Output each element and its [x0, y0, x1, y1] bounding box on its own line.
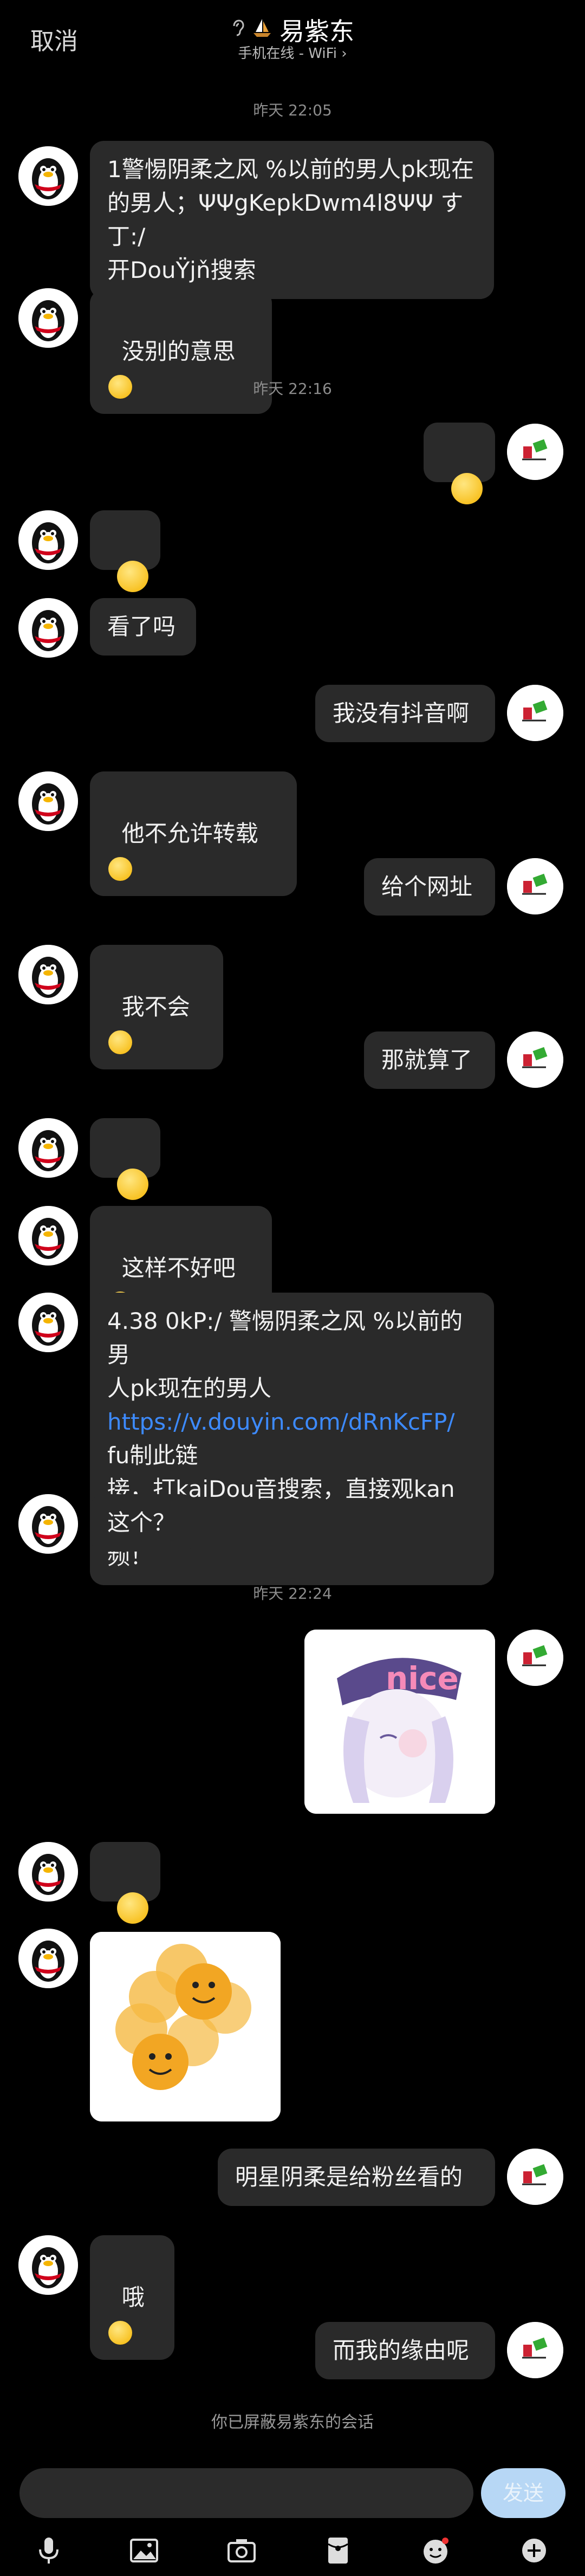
message-input[interactable]: [20, 2468, 473, 2518]
avatar-self[interactable]: [507, 2322, 563, 2378]
smirk-emoji-icon: [117, 1168, 149, 1200]
avatar-contact[interactable]: [18, 1842, 78, 1902]
smirk-emoji-icon: [108, 856, 132, 881]
smirk-emoji-icon: [117, 1892, 149, 1924]
image-icon[interactable]: [128, 2534, 160, 2567]
avatar-contact[interactable]: [18, 2235, 78, 2295]
message-bubble[interactable]: 我不会: [90, 945, 223, 1069]
message-bubble-self[interactable]: 给个网址: [364, 858, 495, 916]
sticker-image[interactable]: nice: [304, 1630, 495, 1814]
penguin-avatar-icon: [18, 146, 78, 206]
message-text: 这样不好吧: [121, 1255, 236, 1281]
avatar-contact[interactable]: [18, 1206, 78, 1266]
chat-header: 取消 易紫东 手机在线 - WiFi ›: [0, 0, 585, 70]
message-text: 哦: [121, 2284, 145, 2311]
avatar-contact[interactable]: [18, 146, 78, 206]
sticker-image[interactable]: [90, 1932, 281, 2121]
smiley-spin-sticker-icon: [90, 1932, 281, 2121]
red-packet-icon[interactable]: [322, 2534, 354, 2567]
smirk-emoji-icon: [108, 2320, 132, 2345]
message-bubble[interactable]: 哦: [90, 2235, 174, 2360]
timestamp: 昨天 22:05: [253, 101, 332, 119]
avatar-contact[interactable]: [18, 288, 78, 348]
douyin-link[interactable]: https://v.douyin.com/dRnKcFP/: [107, 1409, 455, 1435]
online-status-text: 手机在线 - WiFi: [238, 46, 337, 62]
message-bubble[interactable]: 他不允许转载: [90, 771, 297, 896]
chevron-right-icon: ›: [341, 46, 347, 62]
message-text: 4.38 0kP:/ 警惕阴柔之风 %以前的男 人pk现在的男人: [107, 1308, 463, 1401]
online-status: 手机在线 - WiFi ›: [0, 42, 585, 62]
bottom-toolbar: [0, 2525, 585, 2576]
message-bubble[interactable]: [90, 1842, 160, 1924]
mic-icon[interactable]: [32, 2534, 65, 2567]
avatar-self[interactable]: [507, 858, 563, 914]
sailboat-icon: [251, 15, 273, 44]
message-bubble[interactable]: [90, 1118, 160, 1200]
message-bubble-self[interactable]: 明星阴柔是给粉丝看的: [218, 2149, 495, 2206]
message-bubble[interactable]: 1警惕阴柔之风 %以前的男人pk现在 的男人；ΨΨgKepkDwm4l8ΨΨ す…: [90, 141, 494, 299]
timestamp: 昨天 22:16: [253, 380, 332, 398]
avatar-self[interactable]: [507, 424, 563, 480]
send-button[interactable]: 发送: [481, 2468, 566, 2518]
avatar-self[interactable]: [507, 1630, 563, 1686]
message-bubble-self[interactable]: [424, 423, 495, 504]
smirk-emoji-icon: [451, 472, 483, 504]
emoji-icon[interactable]: [419, 2534, 452, 2567]
avatar-contact[interactable]: [18, 1494, 78, 1554]
avatar-contact[interactable]: [18, 1293, 78, 1352]
sticker-caption: nice: [386, 1660, 459, 1697]
self-avatar-icon: [507, 424, 563, 480]
avatar-contact[interactable]: [18, 510, 78, 570]
plus-icon[interactable]: [518, 2534, 550, 2567]
timestamp: 昨天 22:24: [253, 1585, 332, 1602]
camera-icon[interactable]: [225, 2534, 258, 2567]
avatar-self[interactable]: [507, 685, 563, 741]
smirk-emoji-icon: [117, 560, 149, 592]
message-text: 他不允许转载: [121, 820, 258, 847]
avatar-contact[interactable]: [18, 598, 78, 658]
blocked-notice: 你已屏蔽易紫东的会话: [211, 2413, 374, 2432]
avatar-contact[interactable]: [18, 1118, 78, 1178]
message-bubble[interactable]: 这个？: [90, 1494, 196, 1552]
message-bubble-self[interactable]: 那就算了: [364, 1031, 495, 1089]
ear-icon: [231, 18, 245, 42]
message-text: 我不会: [121, 994, 190, 1020]
message-bubble[interactable]: 看了吗: [90, 598, 196, 656]
message-bubble-self[interactable]: 我没有抖音啊: [315, 685, 495, 742]
avatar-contact[interactable]: [18, 945, 78, 1004]
avatar-self[interactable]: [507, 1031, 563, 1088]
message-bubble[interactable]: [90, 510, 160, 592]
message-bubble-self[interactable]: 而我的缘由呢: [315, 2322, 495, 2379]
avatar-self[interactable]: [507, 2149, 563, 2205]
avatar-contact[interactable]: [18, 1929, 78, 1988]
smirk-emoji-icon: [108, 1030, 132, 1054]
avatar-contact[interactable]: [18, 771, 78, 831]
anime-sticker-icon: nice: [304, 1630, 495, 1814]
message-text: 没别的意思: [121, 338, 236, 365]
